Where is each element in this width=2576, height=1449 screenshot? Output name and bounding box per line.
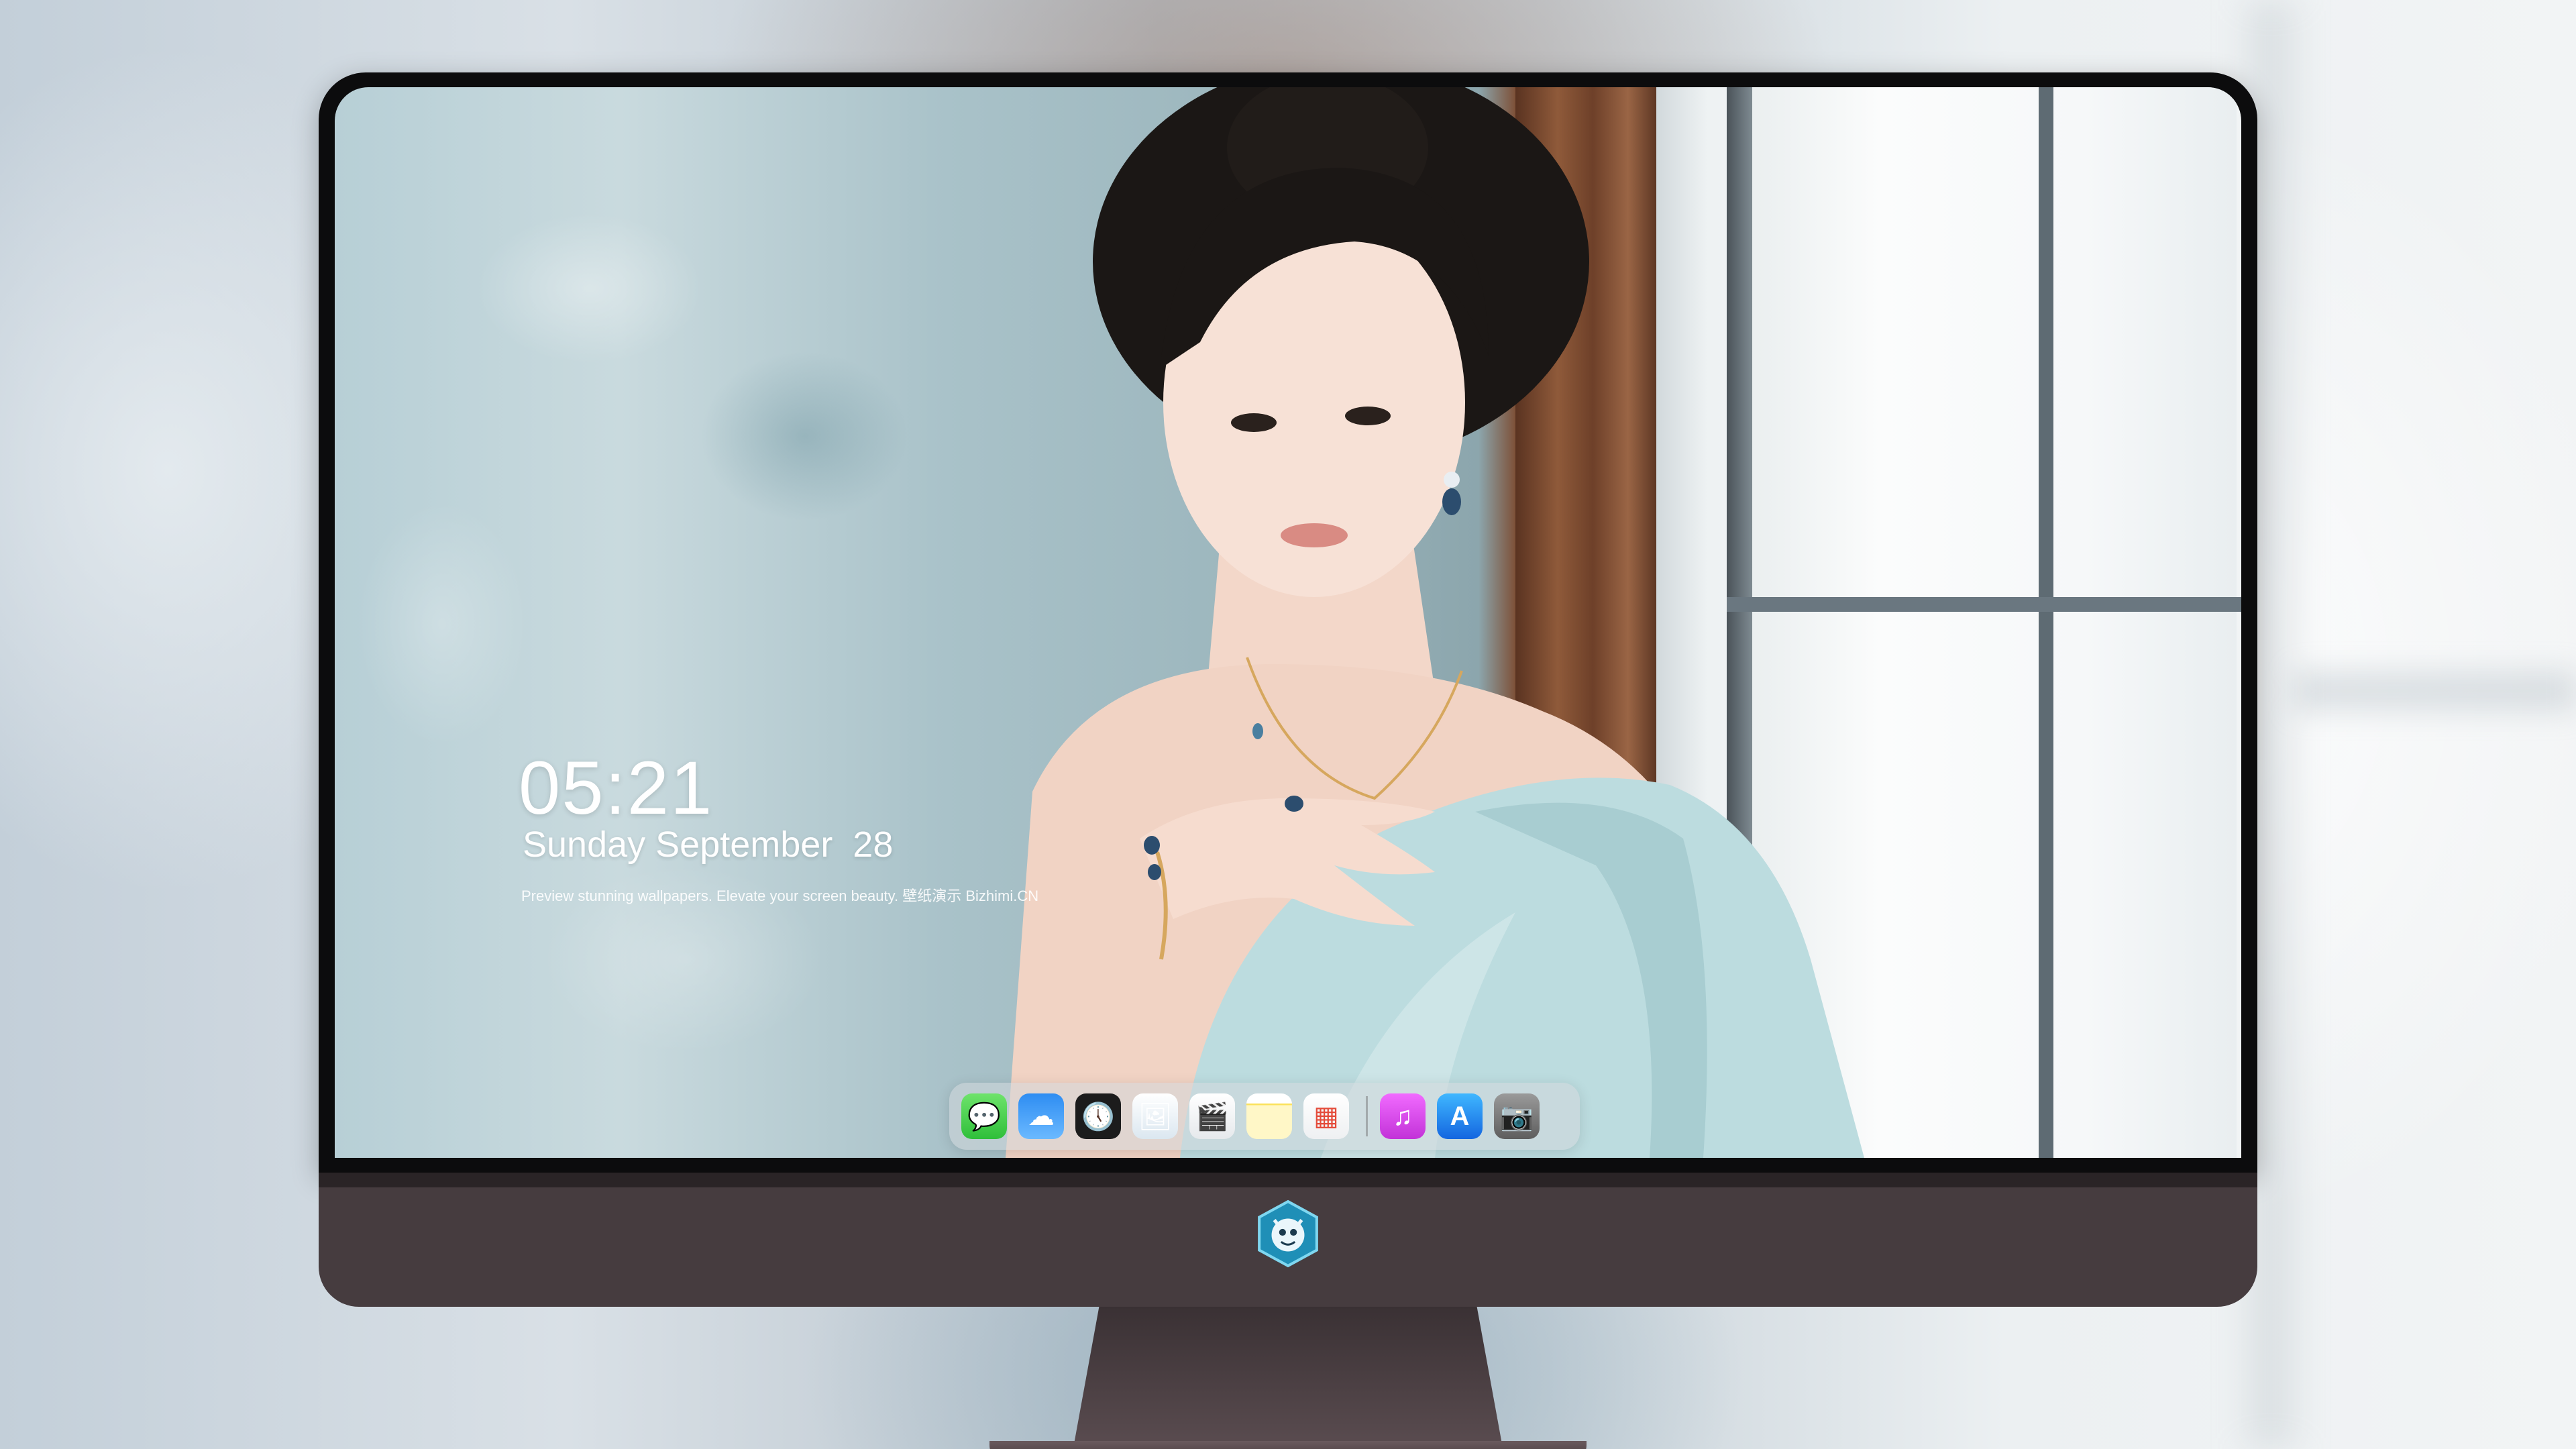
preview-icon[interactable]: 🖼 (1132, 1093, 1178, 1139)
photobooth-icon[interactable]: ▦ (1303, 1093, 1349, 1139)
monitor-stand (1073, 1307, 1503, 1448)
lockscreen-clock: 05:21 (519, 746, 714, 830)
dock-divider (1366, 1096, 1368, 1136)
background-window-bar (2294, 671, 2576, 711)
messages-icon[interactable]: 💬 (961, 1093, 1007, 1139)
music-icon[interactable]: ♫ (1380, 1093, 1426, 1139)
dock: 💬 ☁ 🕔 🖼 🎬 ▦ ♫ A 📷 (949, 1083, 1580, 1150)
clock-icon[interactable]: 🕔 (1075, 1093, 1121, 1139)
brand-logo (1258, 1199, 1318, 1268)
wallpaper-mullion-horizontal (1727, 597, 2241, 612)
weather-icon[interactable]: ☁ (1018, 1093, 1064, 1139)
claquette-icon[interactable]: 🎬 (1189, 1093, 1235, 1139)
wallpaper-mullion-vertical (2039, 87, 2053, 1158)
appstore-icon[interactable]: A (1437, 1093, 1483, 1139)
notes-icon[interactable] (1246, 1093, 1292, 1139)
monitor: 05:21 Sunday September 28 Preview stunni… (319, 72, 2257, 1449)
monitor-bezel: 05:21 Sunday September 28 Preview stunni… (319, 72, 2257, 1173)
monitor-stand-base (989, 1441, 1587, 1449)
wallpaper-wood-frame (1515, 87, 1656, 1158)
wallpaper-wall (335, 87, 1341, 1158)
wallpaper-window-edge (1727, 87, 1752, 1158)
wallpaper-window (1727, 87, 2237, 1158)
lockscreen-tagline: Preview stunning wallpapers. Elevate you… (521, 888, 1039, 904)
lockscreen-date: Sunday September 28 (523, 824, 894, 865)
blurred-background: 05:21 Sunday September 28 Preview stunni… (0, 0, 2576, 1449)
camera-icon[interactable]: 📷 (1494, 1093, 1540, 1139)
screen: 05:21 Sunday September 28 Preview stunni… (335, 87, 2241, 1158)
